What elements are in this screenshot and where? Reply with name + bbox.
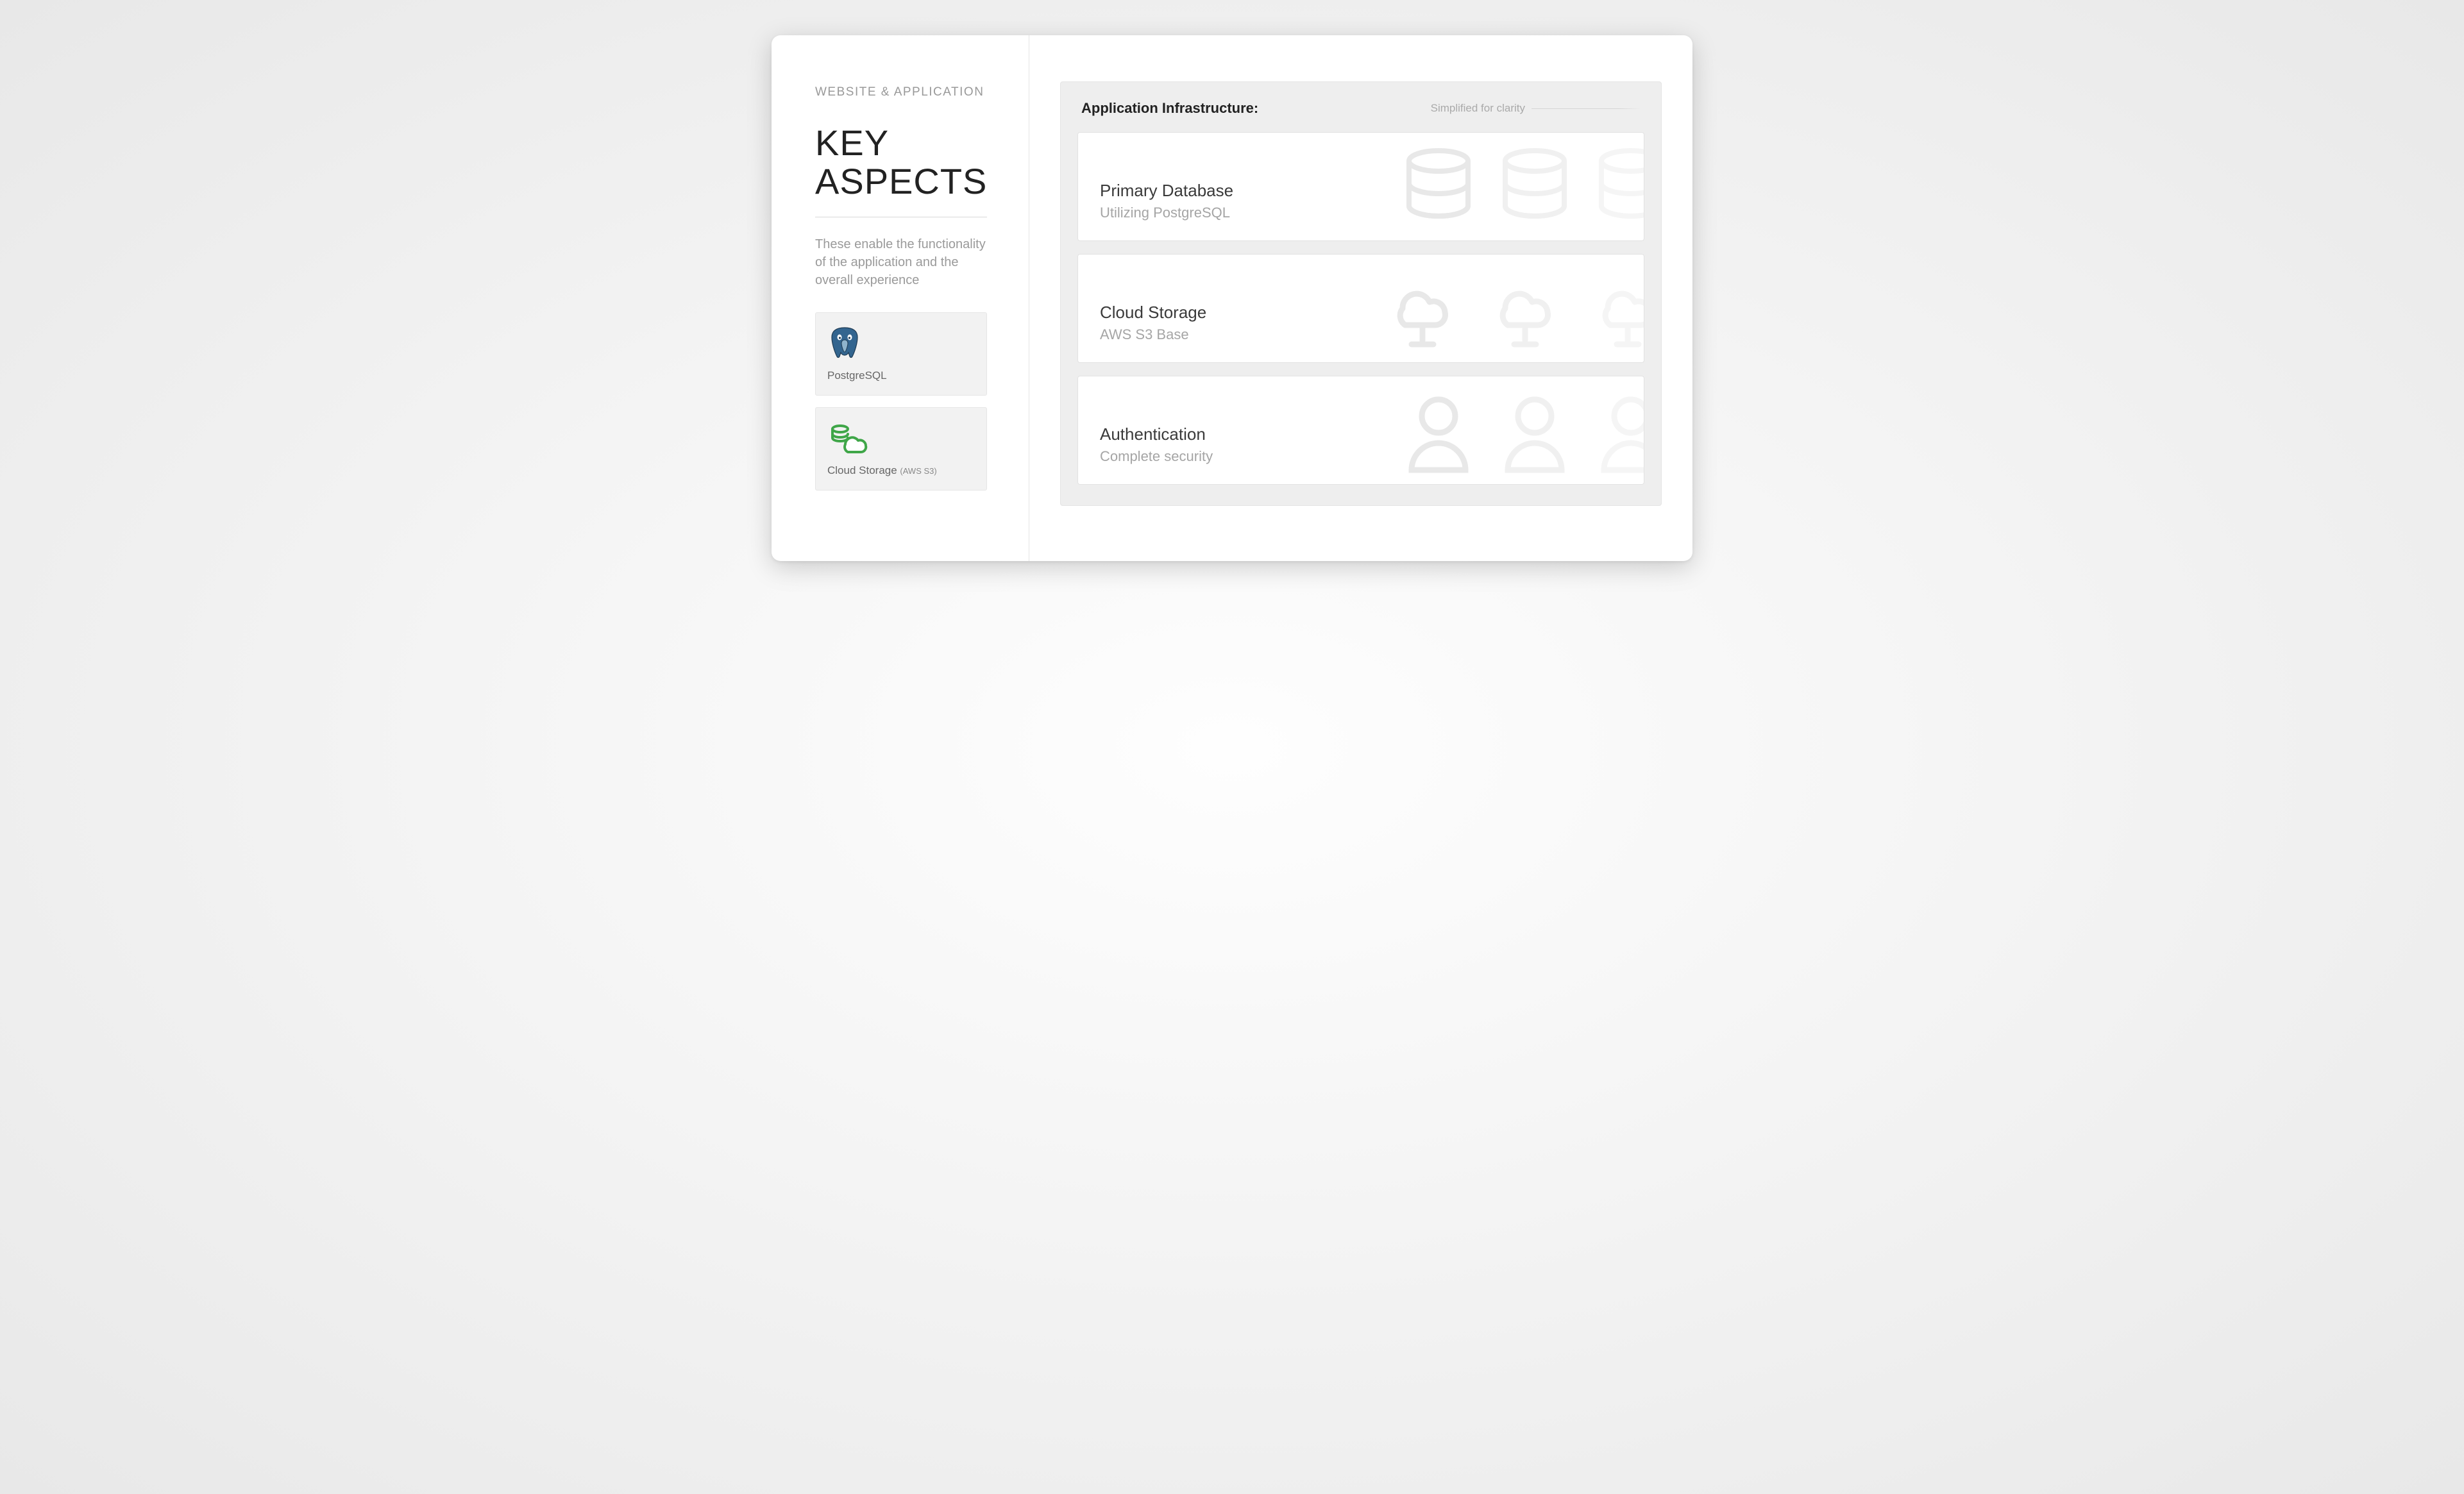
tile-label-sub: (AWS S3) [900,466,936,476]
panel-header: Application Infrastructure: Simplified f… [1077,100,1644,117]
panel-title: Application Infrastructure: [1081,100,1258,117]
left-column: WEBSITE & APPLICATION KEY ASPECTS These … [772,35,1029,561]
headline-line2: ASPECTS [815,161,987,201]
row-subtitle: Utilizing PostgreSQL [1100,205,1233,221]
row-subtitle: Complete security [1100,448,1213,465]
panel-note: Simplified for clarity [1431,102,1641,115]
content-card: WEBSITE & APPLICATION KEY ASPECTS These … [772,35,1692,561]
row-subtitle: AWS S3 Base [1100,326,1206,343]
infrastructure-panel: Application Infrastructure: Simplified f… [1060,81,1662,506]
row-title: Primary Database [1100,181,1233,201]
infra-row-database: Primary Database Utilizing PostgreSQL [1077,132,1644,241]
headline: KEY ASPECTS [815,124,1004,201]
cloud-icon [1381,269,1644,352]
infra-row-auth: Authentication Complete security [1077,376,1644,485]
arrow-line-icon [1532,108,1641,109]
tech-tile-cloudstorage: Cloud Storage (AWS S3) [815,407,987,491]
tile-label-text: PostgreSQL [827,369,887,382]
postgresql-icon [827,324,975,364]
tech-tile-label: Cloud Storage (AWS S3) [827,464,975,477]
eyebrow-text: WEBSITE & APPLICATION [815,85,1004,99]
database-icon [1400,147,1644,230]
row-title: Cloud Storage [1100,303,1206,323]
right-column: Application Infrastructure: Simplified f… [1029,35,1692,561]
panel-note-text: Simplified for clarity [1431,102,1525,115]
person-icon [1400,390,1644,474]
tech-tile-label: PostgreSQL [827,369,975,382]
cloud-storage-icon [827,419,975,459]
row-title: Authentication [1100,424,1213,444]
tech-tile-postgresql: PostgreSQL [815,312,987,396]
tile-label-text: Cloud Storage [827,464,900,476]
infra-row-cloud: Cloud Storage AWS S3 Base [1077,254,1644,363]
headline-line1: KEY [815,122,889,163]
lede-text: These enable the functionality of the ap… [815,235,995,289]
